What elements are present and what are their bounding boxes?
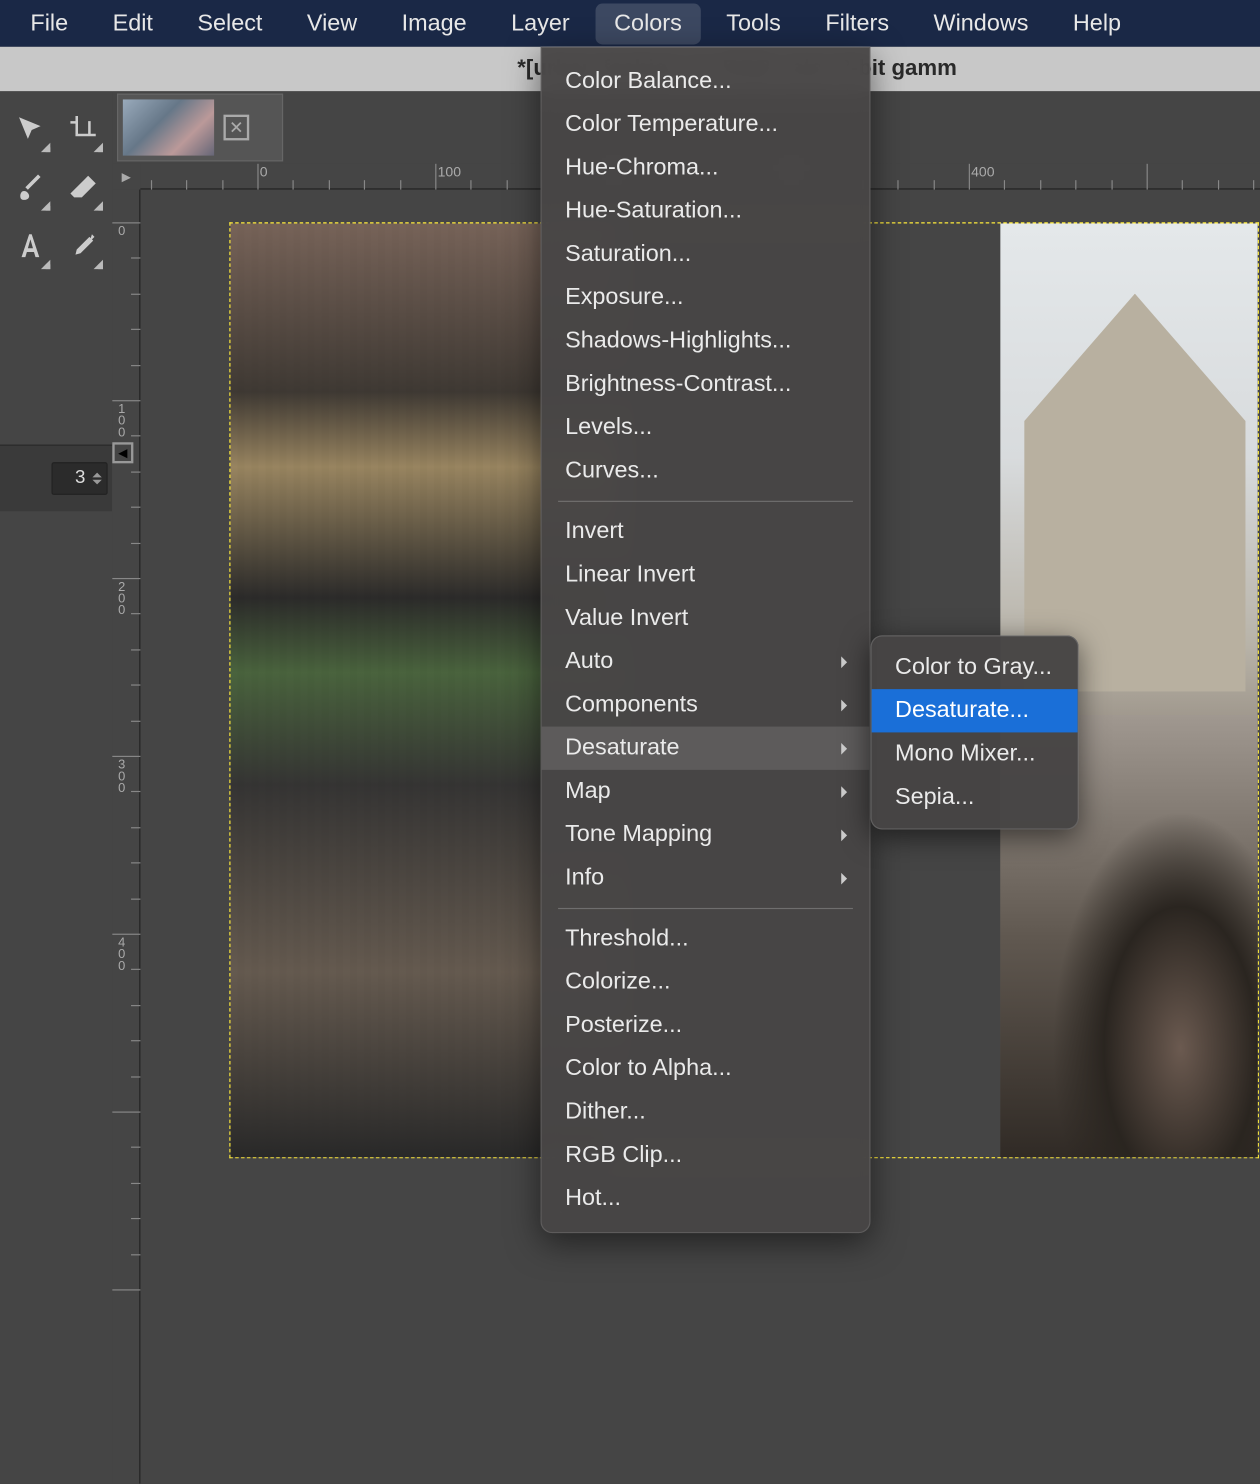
submenu-item-color-to-gray[interactable]: Color to Gray... [872,646,1078,689]
toolbox [0,91,112,1483]
menu-colors[interactable]: Colors [595,3,700,44]
menu-edit[interactable]: Edit [94,3,172,44]
ruler-label: 400 [971,164,994,180]
menubar: FileEditSelectViewImageLayerColorsToolsF… [0,0,1260,47]
menu-item-color-balance[interactable]: Color Balance... [542,60,870,103]
menu-item-value-invert[interactable]: Value Invert [542,597,870,640]
crop-tool[interactable] [57,101,107,157]
submenu-arrow-icon [841,742,853,754]
ruler-label: 300 [115,758,129,793]
menu-separator [558,501,853,502]
menu-select[interactable]: Select [179,3,281,44]
menu-item-shadows-highlights[interactable]: Shadows-Highlights... [542,319,870,362]
menu-help[interactable]: Help [1054,3,1140,44]
menu-item-posterize[interactable]: Posterize... [542,1004,870,1047]
tool-options-panel: 3 [0,445,112,512]
menu-tools[interactable]: Tools [708,3,800,44]
submenu-item-sepia[interactable]: Sepia... [872,776,1078,819]
colors-menu-dropdown: Color Balance...Color Temperature...Hue-… [541,47,871,1233]
menu-item-color-temperature[interactable]: Color Temperature... [542,103,870,146]
ruler-corner[interactable]: ▸ [112,164,140,190]
menu-item-curves[interactable]: Curves... [542,449,870,492]
spinner-value: 3 [75,468,85,488]
submenu-item-desaturate[interactable]: Desaturate... [872,689,1078,732]
eraser-tool[interactable] [57,159,107,215]
color-picker-tool[interactable] [57,218,107,274]
menu-item-exposure[interactable]: Exposure... [542,276,870,319]
menu-item-invert[interactable]: Invert [542,510,870,553]
menu-item-map[interactable]: Map [542,770,870,813]
menu-item-components[interactable]: Components [542,683,870,726]
menu-item-colorize[interactable]: Colorize... [542,961,870,1004]
menu-filters[interactable]: Filters [807,3,908,44]
image-content-building [1012,294,1258,692]
submenu-arrow-icon [841,656,853,668]
image-thumbnail [123,99,214,155]
submenu-item-mono-mixer[interactable]: Mono Mixer... [872,732,1078,775]
menu-item-auto[interactable]: Auto [542,640,870,683]
nav-left-icon[interactable]: ◂ [112,442,133,463]
menu-item-threshold[interactable]: Threshold... [542,917,870,960]
menu-separator [558,908,853,909]
submenu-arrow-icon [841,829,853,841]
text-tool[interactable] [5,218,55,274]
menu-view[interactable]: View [288,3,376,44]
submenu-arrow-icon [841,872,853,884]
desaturate-submenu: Color to Gray...Desaturate...Mono Mixer.… [870,635,1078,829]
submenu-arrow-icon [841,699,853,711]
menu-item-hue-saturation[interactable]: Hue-Saturation... [542,190,870,233]
menu-item-desaturate[interactable]: Desaturate [542,727,870,770]
menu-layer[interactable]: Layer [492,3,588,44]
menu-item-levels[interactable]: Levels... [542,406,870,449]
image-tab[interactable]: ✕ [117,94,283,162]
menu-file[interactable]: File [12,3,87,44]
menu-item-info[interactable]: Info [542,856,870,899]
menu-item-tone-mapping[interactable]: Tone Mapping [542,813,870,856]
ruler-label: 100 [438,164,461,180]
menu-item-linear-invert[interactable]: Linear Invert [542,553,870,596]
option-spinner[interactable]: 3 [51,462,107,495]
menu-item-rgb-clip[interactable]: RGB Clip... [542,1134,870,1177]
vertical-ruler[interactable]: 0 100 200 300 400 [112,190,140,1484]
menu-item-saturation[interactable]: Saturation... [542,233,870,276]
ruler-label: 0 [260,164,268,180]
menu-item-dither[interactable]: Dither... [542,1090,870,1133]
close-icon[interactable]: ✕ [223,115,249,141]
ruler-label: 400 [115,936,129,971]
ruler-label: 0 [115,225,129,237]
menu-item-hue-chroma[interactable]: Hue-Chroma... [542,146,870,189]
move-tool[interactable] [5,101,55,157]
paintbrush-tool[interactable] [5,159,55,215]
menu-image[interactable]: Image [383,3,485,44]
menu-item-hot[interactable]: Hot... [542,1177,870,1220]
menu-item-color-to-alpha[interactable]: Color to Alpha... [542,1047,870,1090]
menu-windows[interactable]: Windows [915,3,1047,44]
submenu-arrow-icon [841,786,853,798]
ruler-label: 200 [115,580,129,615]
menu-item-brightness-contrast[interactable]: Brightness-Contrast... [542,363,870,406]
ruler-label: 100 [115,402,129,437]
